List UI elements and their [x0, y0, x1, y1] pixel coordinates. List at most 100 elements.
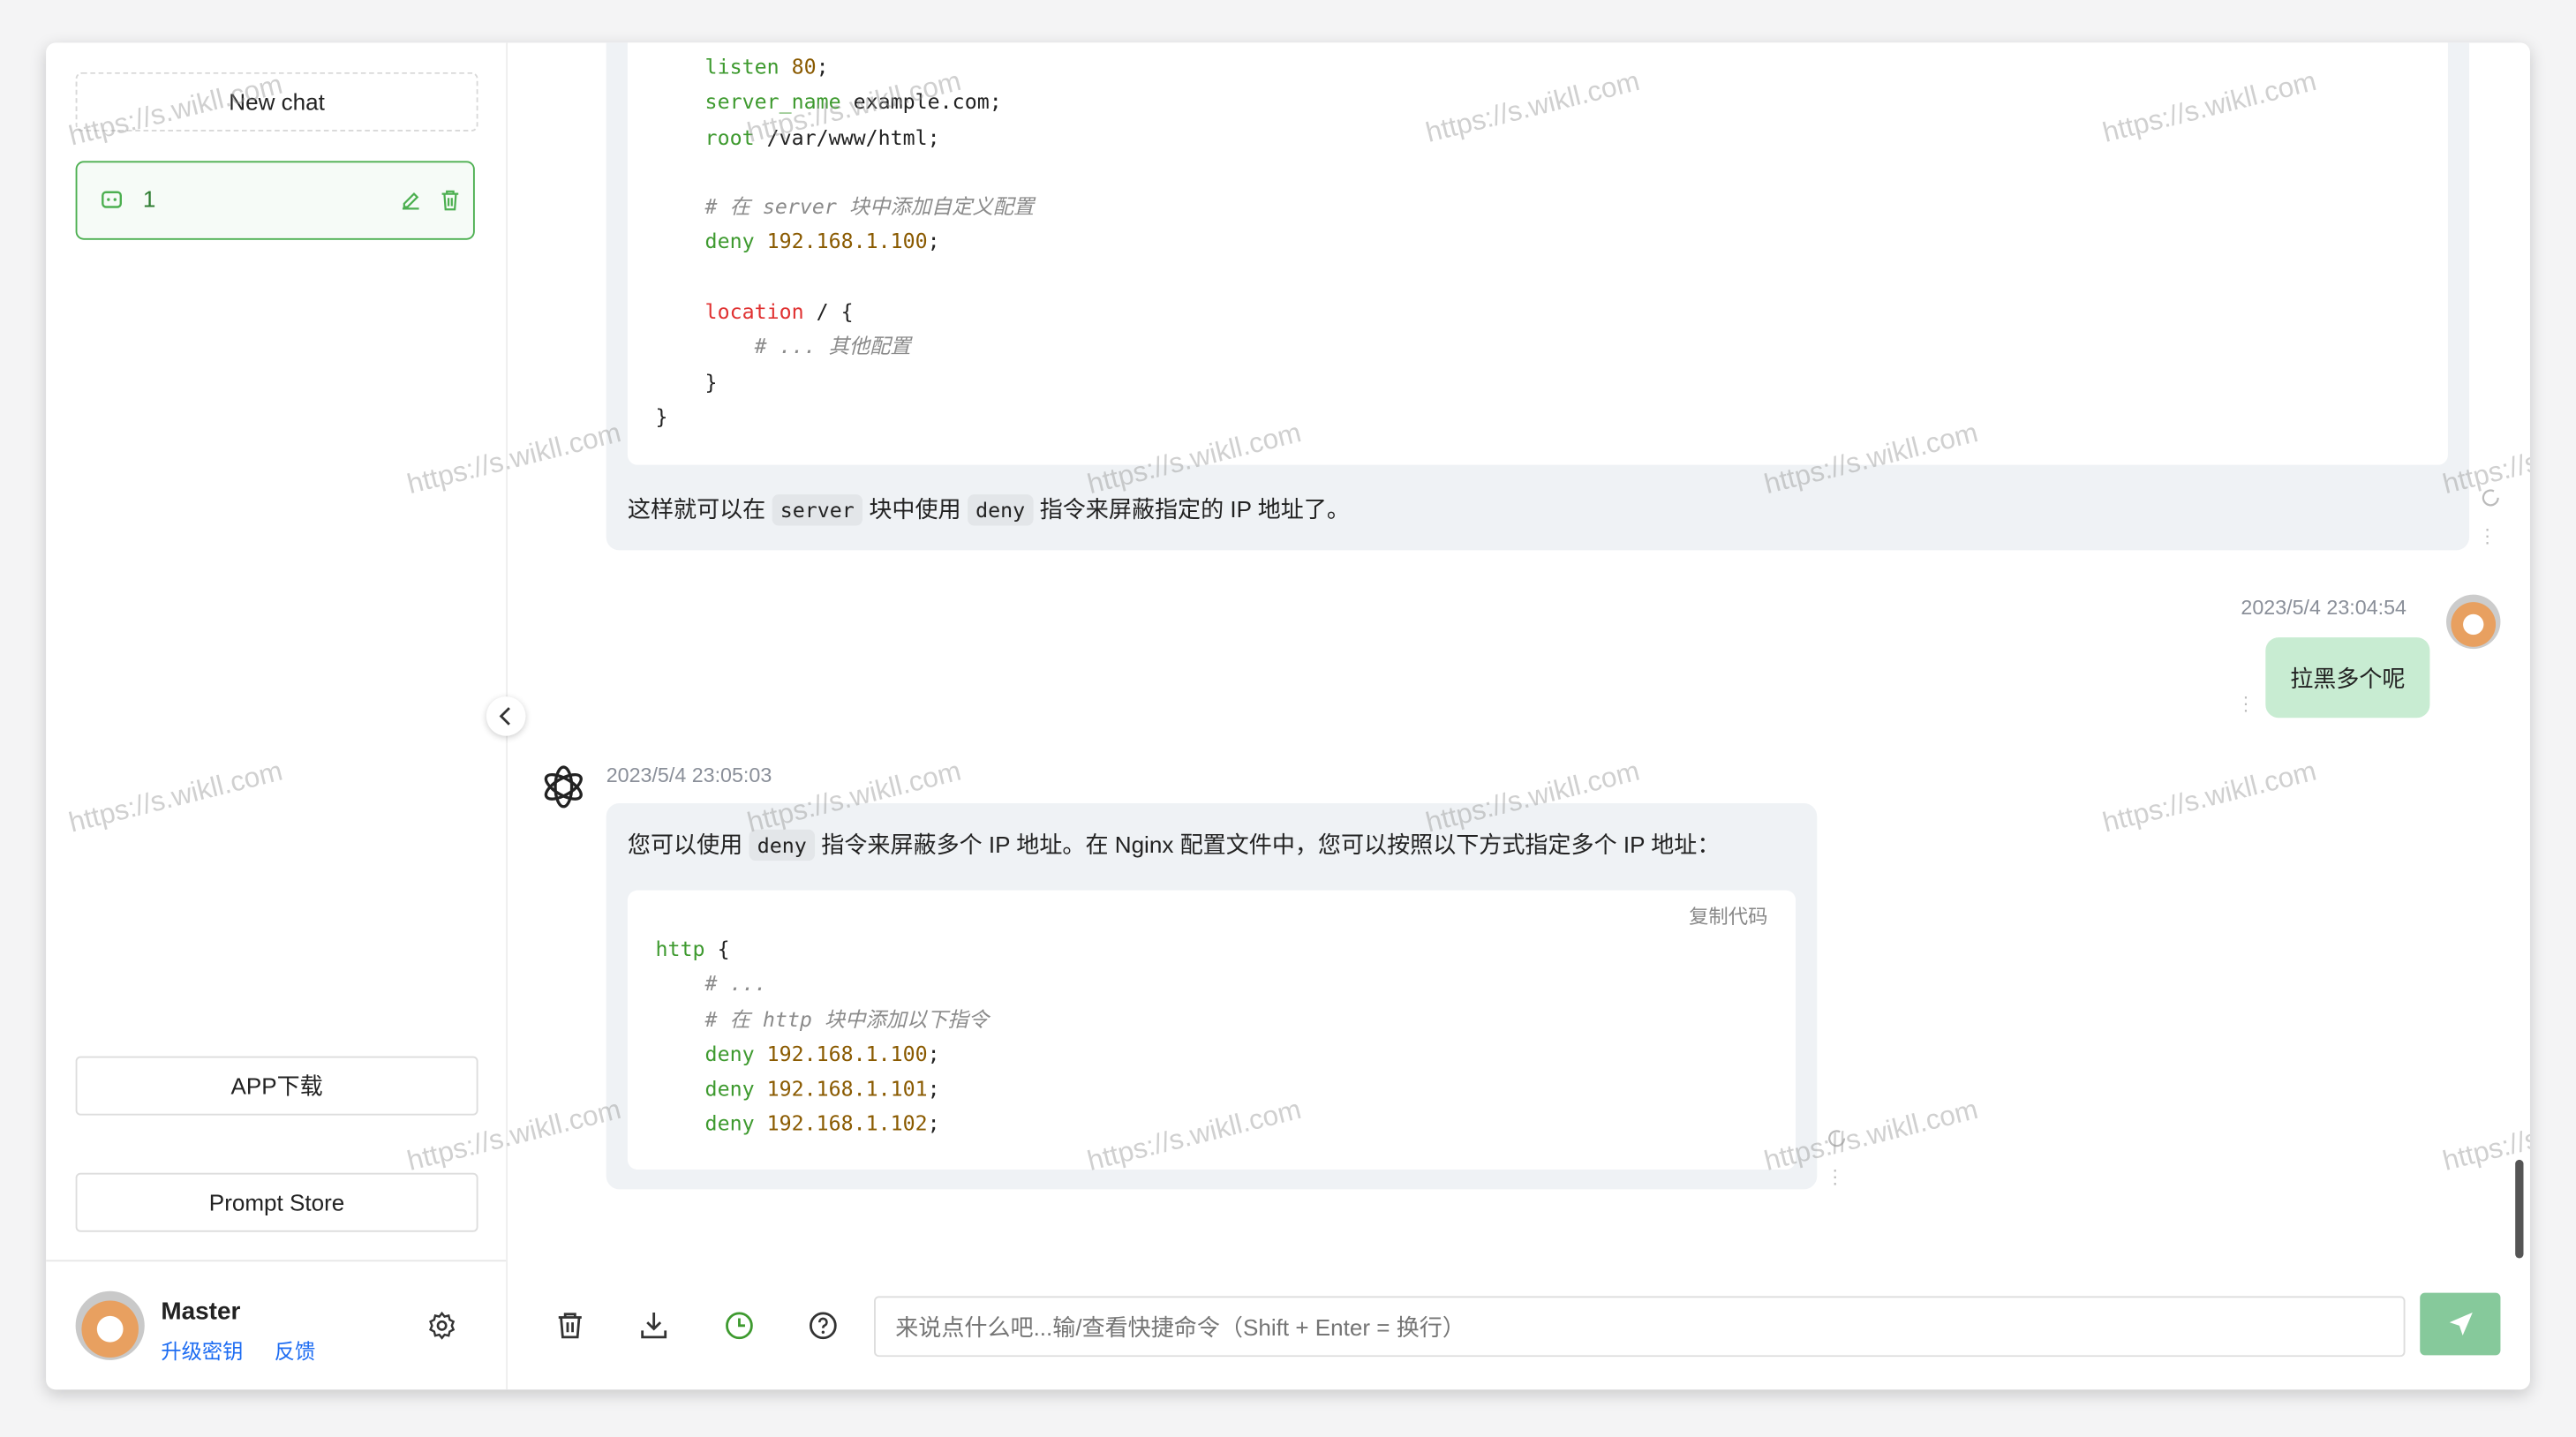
settings-gear-icon[interactable] [427, 1311, 456, 1340]
code-content: listen 80; server_name example.com; root… [656, 49, 1035, 434]
more-options-icon[interactable]: · · · [1832, 1160, 1838, 1192]
code-line: ​ [656, 260, 1035, 295]
code-line: location / { [656, 294, 1035, 329]
user-avatar [2446, 594, 2501, 650]
code-line: # 在 server 块中添加自定义配置 [656, 189, 1035, 224]
app-window: New chat 1 APP下载 Prompt Store Master 升级密… [46, 42, 2530, 1390]
code-token: 192.168.1.100 [766, 1041, 928, 1066]
help-question-icon[interactable] [807, 1309, 840, 1342]
inline-code: server [772, 494, 863, 526]
inline-code: deny [749, 829, 816, 861]
code-token: # ... [655, 971, 767, 997]
code-token: ; [927, 1076, 940, 1102]
code-line: ​ [656, 154, 1035, 190]
assistant-message: listen 80; server_name example.com; root… [606, 42, 2470, 551]
upgrade-key-link[interactable]: 升级密钥 [161, 1334, 243, 1365]
scrollbar-thumb[interactable] [2515, 1159, 2524, 1259]
divider [46, 1260, 507, 1262]
code-token: listen [655, 54, 792, 79]
chevron-left-icon [499, 707, 510, 726]
code-token: / { [803, 298, 854, 324]
code-token: # 在 http 块中添加以下指令 [655, 1006, 989, 1031]
code-token: ; [927, 1110, 940, 1136]
new-chat-button[interactable]: New chat [75, 71, 478, 132]
copy-code-button[interactable]: 复制代码 [1689, 902, 1767, 930]
clear-trash-icon[interactable] [554, 1309, 586, 1342]
text-segment: 您可以使用 [627, 831, 749, 858]
code-line: http { [656, 931, 989, 967]
code-line: deny 192.168.1.100; [656, 1036, 989, 1072]
text-segment: 指令来屏蔽多个 IP 地址。在 Nginx 配置文件中，您可以按照以下方式指定多… [815, 831, 1721, 858]
code-token: { [704, 936, 730, 961]
message-timestamp: 2023/5/4 23:04:54 [2241, 596, 2407, 620]
text-segment: 这样就可以在 [627, 496, 772, 523]
code-token: deny [655, 1076, 767, 1102]
send-icon [2448, 1312, 2472, 1335]
code-token: 192.168.1.101 [766, 1076, 928, 1102]
code-token: ; [927, 229, 940, 254]
code-token: 80 [791, 54, 817, 79]
code-line: deny 192.168.1.101; [656, 1072, 989, 1107]
send-button[interactable] [2420, 1292, 2501, 1356]
prompt-store-button[interactable]: Prompt Store [75, 1172, 478, 1232]
code-line: } [656, 365, 1035, 400]
user-message-bubble: 拉黑多个呢 [2265, 637, 2430, 718]
code-block: 复制代码 http { # ... # 在 http 块中添加以下指令 deny… [627, 890, 1796, 1170]
code-line: root /var/www/html; [656, 119, 1035, 154]
assistant-message: 您可以使用 deny 指令来屏蔽多个 IP 地址。在 Nginx 配置文件中，您… [606, 803, 1818, 1190]
feedback-link[interactable]: 反馈 [275, 1334, 316, 1365]
code-token: } [655, 403, 668, 429]
code-block: listen 80; server_name example.com; root… [627, 42, 2448, 465]
chat-item-title: 1 [142, 185, 156, 213]
code-token: location [655, 298, 804, 324]
code-token: server_name [655, 89, 854, 114]
code-line: # ... [656, 967, 989, 1002]
code-token: } [655, 369, 718, 395]
code-token: 192.168.1.102 [766, 1110, 928, 1136]
sidebar: New chat 1 APP下载 Prompt Store Master 升级密… [46, 42, 508, 1390]
code-token: root [655, 124, 767, 149]
code-token: # 在 server 块中添加自定义配置 [655, 193, 1035, 219]
inline-code: deny [967, 494, 1034, 526]
message-timestamp: 2023/5/4 23:05:03 [606, 764, 772, 787]
code-token: 192.168.1.100 [766, 229, 928, 254]
code-token: deny [655, 1041, 767, 1066]
code-token: ; [927, 1041, 940, 1066]
more-options-icon[interactable]: · · · [2484, 519, 2490, 552]
chat-item[interactable]: 1 [75, 161, 475, 240]
history-clock-icon[interactable] [723, 1309, 756, 1342]
app-download-button[interactable]: APP下载 [75, 1056, 478, 1116]
code-line: deny 192.168.1.100; [656, 224, 1035, 260]
download-icon[interactable] [637, 1309, 670, 1342]
message-input[interactable] [874, 1296, 2406, 1358]
watermark-text: https://s.wikll.com [2099, 755, 2320, 839]
code-token: ; [816, 54, 829, 79]
code-line: listen 80; [656, 49, 1035, 85]
code-line: server_name example.com; [656, 84, 1035, 119]
code-line: # ... 其他配置 [656, 329, 1035, 365]
code-token: deny [655, 1110, 767, 1136]
text-segment: 块中使用 [862, 496, 968, 523]
chat-bubble-icon [102, 191, 122, 208]
code-token: # ... 其他配置 [655, 334, 911, 359]
regenerate-icon[interactable] [2479, 486, 2502, 509]
text-segment: 指令来屏蔽指定的 IP 地址了。 [1033, 496, 1350, 523]
regenerate-icon[interactable] [1826, 1127, 1849, 1150]
code-content: http { # ... # 在 http 块中添加以下指令 deny 192.… [656, 931, 989, 1141]
user-name: Master [161, 1298, 241, 1326]
collapse-sidebar-button[interactable] [486, 696, 526, 736]
chatgpt-logo-icon [544, 765, 583, 809]
code-token: deny [655, 229, 767, 254]
code-line: } [656, 399, 1035, 434]
code-token: http [655, 936, 705, 961]
message-text: 您可以使用 deny 指令来屏蔽多个 IP 地址。在 Nginx 配置文件中，您… [627, 828, 1721, 861]
edit-icon[interactable] [399, 189, 422, 212]
message-text: 这样就可以在 server 块中使用 deny 指令来屏蔽指定的 IP 地址了。 [627, 493, 1350, 526]
code-line: # 在 http 块中添加以下指令 [656, 1001, 989, 1036]
code-token: example.com; [853, 89, 1002, 114]
more-options-icon[interactable]: · · · [2242, 687, 2248, 719]
code-line: deny 192.168.1.102; [656, 1106, 989, 1141]
code-token: /var/www/html; [766, 124, 940, 149]
delete-icon[interactable] [439, 189, 462, 212]
user-avatar[interactable] [75, 1290, 145, 1360]
